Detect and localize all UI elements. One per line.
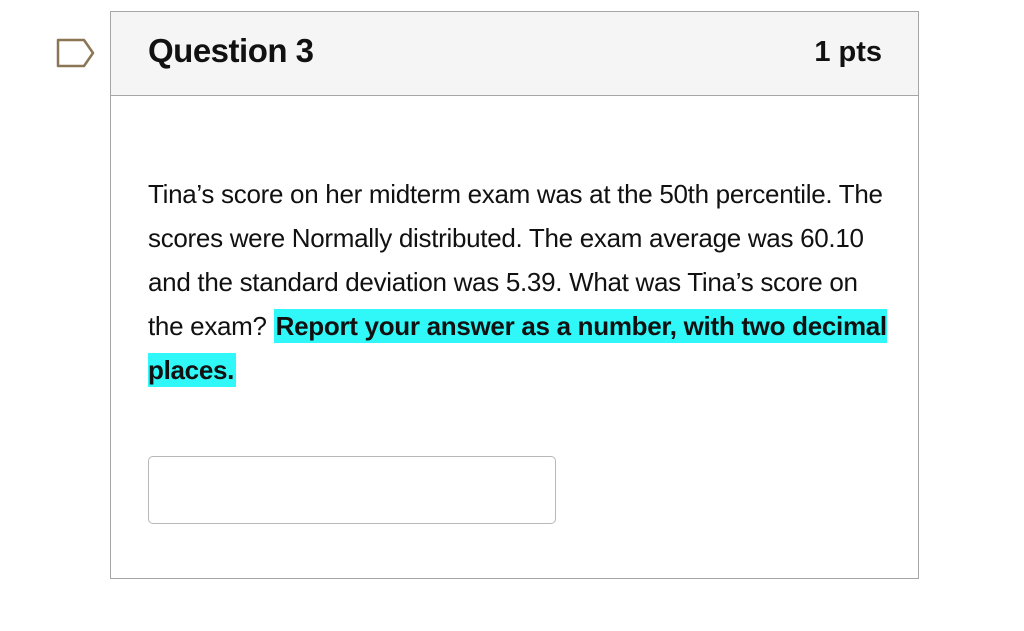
flag-question-icon[interactable] xyxy=(56,38,96,68)
question-header: Question 3 1 pts xyxy=(111,12,918,96)
answer-input[interactable] xyxy=(148,456,556,524)
question-title: Question 3 xyxy=(148,32,314,69)
question-text: Tina’s score on her midterm exam was at … xyxy=(148,172,888,392)
question-card: Question 3 1 pts Tina’s score on her mid… xyxy=(110,11,919,579)
question-points: 1 pts xyxy=(814,36,882,68)
